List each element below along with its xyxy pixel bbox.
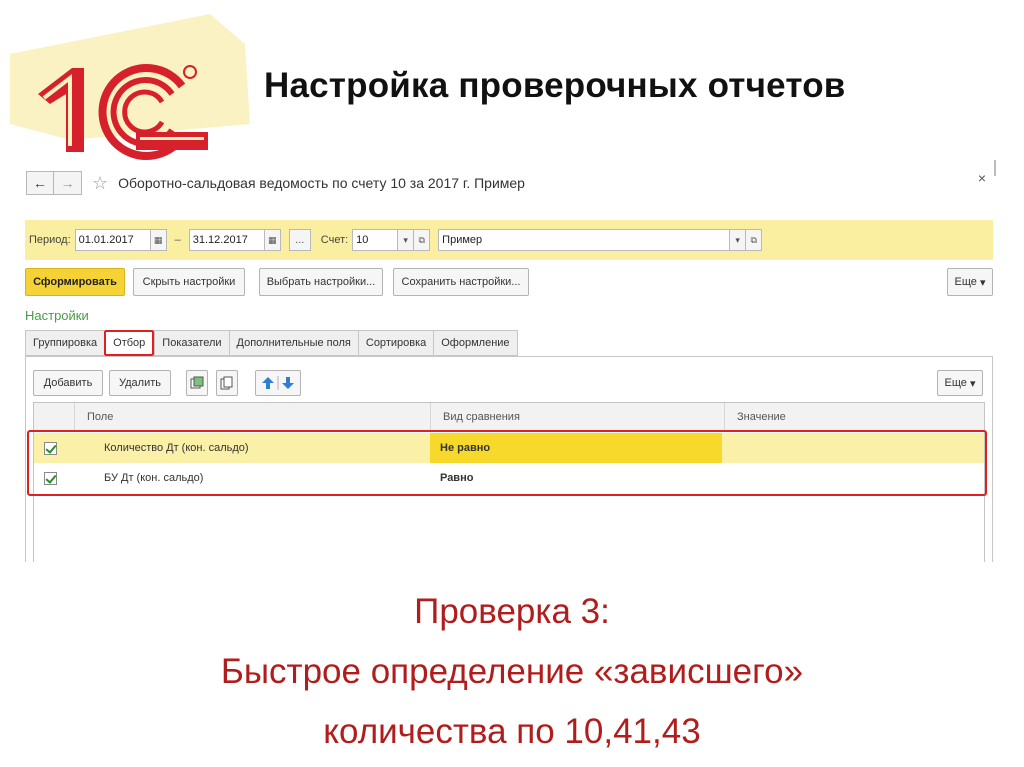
group-conditions-icon[interactable] <box>186 370 208 396</box>
dropdown-icon[interactable]: ▾ <box>730 229 747 251</box>
highlight-frame <box>27 430 987 496</box>
report-screenshot: ← → ☆ Оборотно-сальдовая ведомость по сч… <box>22 160 1002 562</box>
grid-header: Поле Вид сравнения Значение <box>34 403 984 431</box>
tab-sorting[interactable]: Сортировка <box>357 330 434 356</box>
arrow-up-icon <box>262 377 274 389</box>
account-field[interactable]: 10 <box>352 229 399 251</box>
back-button[interactable]: ← <box>26 171 54 195</box>
move-buttons[interactable] <box>255 370 301 396</box>
more-label: Еще <box>944 377 967 389</box>
calendar-icon[interactable]: ▦ <box>264 229 281 251</box>
period-select-button[interactable]: ... <box>288 229 311 251</box>
arrow-left-icon: ← <box>33 175 47 191</box>
scrollbar[interactable] <box>994 160 996 176</box>
settings-label: Настройки <box>25 308 89 323</box>
column-field[interactable]: Поле <box>74 403 430 431</box>
date-to-field[interactable]: 31.12.2017 <box>188 229 265 251</box>
one-c-logo <box>38 64 208 160</box>
generate-button[interactable]: Сформировать <box>25 268 125 296</box>
date-from-field[interactable]: 01.01.2017 <box>74 229 151 251</box>
copy-icon[interactable] <box>216 370 238 396</box>
open-icon[interactable]: ⧉ <box>414 229 431 251</box>
period-bar: Период: 01.01.2017 ▦ – 31.12.2017 ▦ ... … <box>25 220 993 260</box>
tab-extra-fields[interactable]: Дополнительные поля <box>228 330 358 356</box>
save-settings-button[interactable]: Сохранить настройки... <box>393 268 529 296</box>
delete-button[interactable]: Удалить <box>109 370 171 396</box>
add-button[interactable]: Добавить <box>33 370 103 396</box>
column-value[interactable]: Значение <box>724 403 984 431</box>
tab-appearance[interactable]: Оформление <box>433 330 518 356</box>
tab-grouping[interactable]: Группировка <box>25 330 105 356</box>
arrow-right-icon: → <box>60 175 75 191</box>
more-label: Еще <box>954 276 977 288</box>
choose-settings-button[interactable]: Выбрать настройки... <box>259 268 383 296</box>
window-header: ← → ☆ Оборотно-сальдовая ведомость по сч… <box>26 170 525 196</box>
main-toolbar: Сформировать Скрыть настройки Выбрать на… <box>25 268 993 296</box>
settings-tabs: Группировка Отбор Показатели Дополнитель… <box>25 330 518 356</box>
column-comparison[interactable]: Вид сравнения <box>430 403 724 431</box>
organization-field[interactable]: Пример <box>438 229 731 251</box>
tab-filter[interactable]: Отбор <box>104 330 155 356</box>
slide-title: Настройка проверочных отчетов <box>264 66 846 105</box>
star-icon[interactable]: ☆ <box>92 173 108 194</box>
forward-button[interactable]: → <box>54 171 82 195</box>
calendar-icon[interactable]: ▦ <box>150 229 167 251</box>
period-dash: – <box>174 234 181 246</box>
more-button[interactable]: Еще ▾ <box>947 268 993 296</box>
dropdown-icon[interactable]: ▾ <box>398 229 415 251</box>
close-button[interactable]: × <box>978 170 986 186</box>
tab-indicators[interactable]: Показатели <box>154 330 229 356</box>
account-label: Счет: <box>320 234 349 246</box>
arrow-down-icon <box>282 377 294 389</box>
window-title: Оборотно-сальдовая ведомость по счету 10… <box>118 175 525 191</box>
caption-line-2: Быстрое определение «зависшего» <box>220 652 804 691</box>
period-label: Период: <box>29 234 71 246</box>
caption-line-3: количества по 10,41,43 <box>323 712 701 751</box>
open-icon[interactable]: ⧉ <box>746 229 763 251</box>
hide-settings-button[interactable]: Скрыть настройки <box>133 268 245 296</box>
filter-more-button[interactable]: Еще ▾ <box>937 370 983 396</box>
caption-line-1: Проверка 3: <box>414 592 610 631</box>
